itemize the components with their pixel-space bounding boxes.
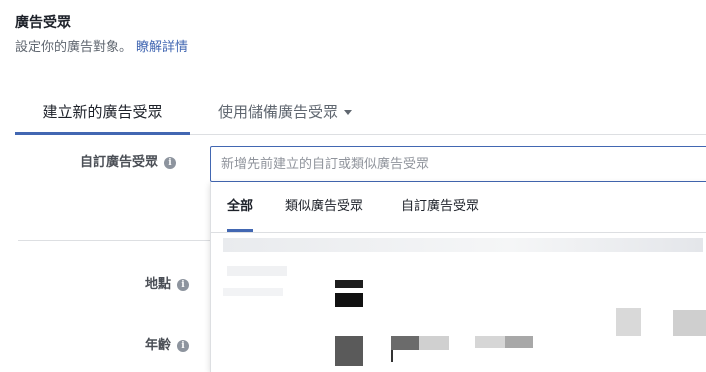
info-icon[interactable]: i: [177, 279, 190, 291]
location-label-text: 地點: [145, 277, 172, 292]
redacted-list-item: [223, 288, 283, 296]
redacted-block: [335, 293, 363, 307]
description-text: 設定你的廣告對象。: [15, 40, 133, 55]
redacted-block: [505, 336, 533, 348]
redacted-block: [475, 336, 505, 348]
section-title: 廣告受眾: [15, 15, 71, 31]
redacted-list-item: [227, 266, 287, 276]
tab-create-new-audience[interactable]: 建立新的廣告受眾: [15, 90, 190, 135]
dropdown-tab-lookalike[interactable]: 類似廣告受眾: [285, 182, 363, 232]
redacted-list-item: [223, 238, 703, 252]
audience-dropdown: 全部 類似廣告受眾 自訂廣告受眾: [210, 182, 706, 372]
redacted-block: [391, 350, 393, 362]
dropdown-tab-bar: 全部 類似廣告受眾 自訂廣告受眾: [211, 182, 706, 233]
location-label: 地點 i: [145, 273, 190, 292]
redacted-block: [391, 336, 419, 350]
redacted-block: [419, 336, 449, 350]
dropdown-tab-all[interactable]: 全部: [227, 182, 254, 232]
custom-audience-label: 自訂廣告受眾 i: [80, 151, 177, 170]
tab-use-saved-audience[interactable]: 使用儲備廣告受眾: [218, 90, 353, 134]
redacted-block: [616, 308, 641, 336]
audience-tab-bar: 建立新的廣告受眾 使用儲備廣告受眾: [15, 90, 706, 135]
redacted-block: [673, 310, 706, 336]
section-description: 設定你的廣告對象。 瞭解詳情: [15, 36, 188, 55]
redacted-block: [335, 336, 363, 366]
tab-use-saved-label: 使用儲備廣告受眾: [218, 103, 339, 121]
divider: [18, 240, 211, 241]
custom-audience-search-box: [210, 146, 706, 182]
info-icon[interactable]: i: [177, 340, 190, 352]
age-label: 年齡 i: [145, 334, 190, 353]
age-label-text: 年齡: [145, 338, 172, 353]
custom-audience-search-input[interactable]: [211, 147, 706, 181]
learn-more-link[interactable]: 瞭解詳情: [136, 40, 188, 55]
dropdown-tab-custom[interactable]: 自訂廣告受眾: [401, 182, 479, 232]
chevron-down-icon: [344, 110, 353, 115]
custom-audience-label-text: 自訂廣告受眾: [80, 155, 159, 170]
info-icon[interactable]: i: [164, 157, 177, 169]
redacted-block: [335, 280, 363, 288]
